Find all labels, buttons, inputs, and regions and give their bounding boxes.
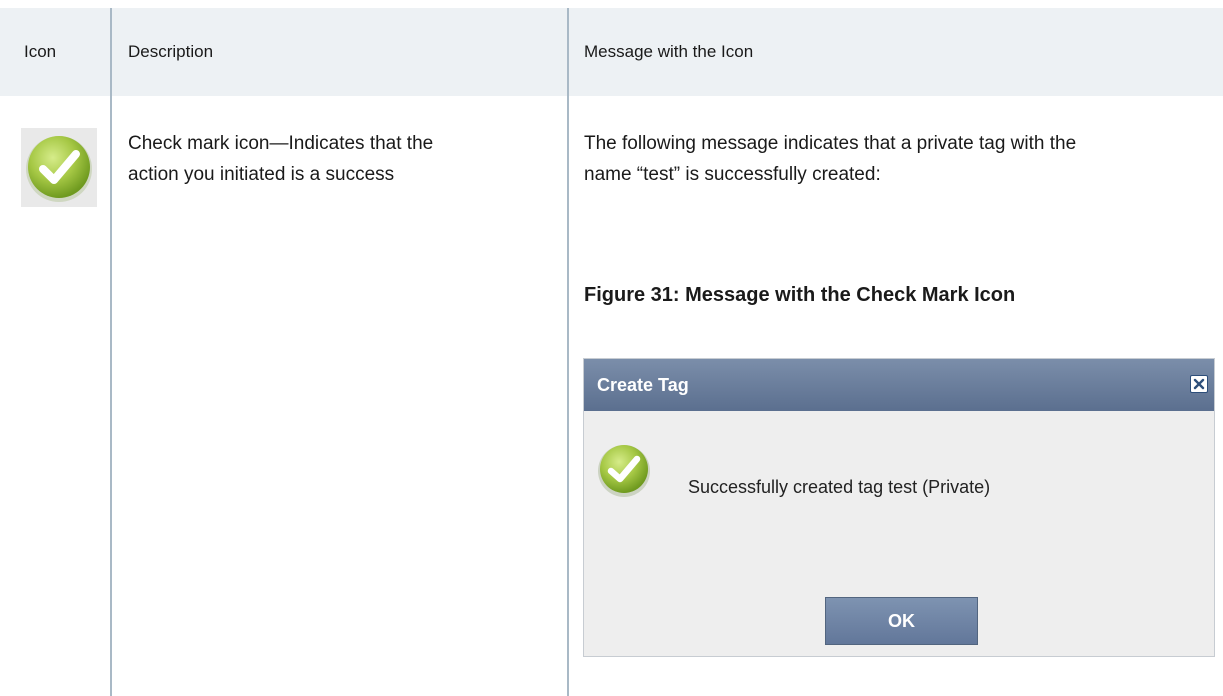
header-message: Message with the Icon	[584, 42, 754, 61]
description-line: Check mark icon—Indicates that the	[128, 133, 434, 154]
figure-caption: Figure 31: Message with the Check Mark I…	[584, 284, 1016, 306]
create-tag-dialog: Create Tag Successfully created tag test…	[583, 358, 1215, 657]
column-divider	[567, 8, 569, 696]
description-line: action you initiated is a success	[128, 164, 395, 185]
column-divider	[110, 8, 112, 696]
close-button[interactable]	[1190, 375, 1208, 393]
dialog-message: Successfully created tag test (Private)	[688, 477, 991, 497]
close-icon	[1193, 378, 1205, 390]
message-line: The following message indicates that a p…	[584, 133, 1077, 154]
icon-cell	[21, 128, 97, 207]
check-mark-icon	[598, 445, 650, 497]
message-cell: The following message indicates that a p…	[584, 128, 1214, 190]
dialog-titlebar: Create Tag	[584, 359, 1214, 411]
description-cell: Check mark icon—Indicates that the actio…	[128, 128, 548, 190]
documentation-page: Icon Description Message with the Icon C…	[0, 0, 1223, 696]
header-icon: Icon	[24, 42, 57, 61]
ok-button[interactable]: OK	[825, 597, 978, 645]
dialog-status-icon	[596, 442, 652, 503]
check-mark-icon	[26, 136, 92, 202]
message-line: name “test” is successfully created:	[584, 164, 881, 185]
header-description: Description	[128, 42, 214, 61]
dialog-title: Create Tag	[597, 375, 689, 395]
